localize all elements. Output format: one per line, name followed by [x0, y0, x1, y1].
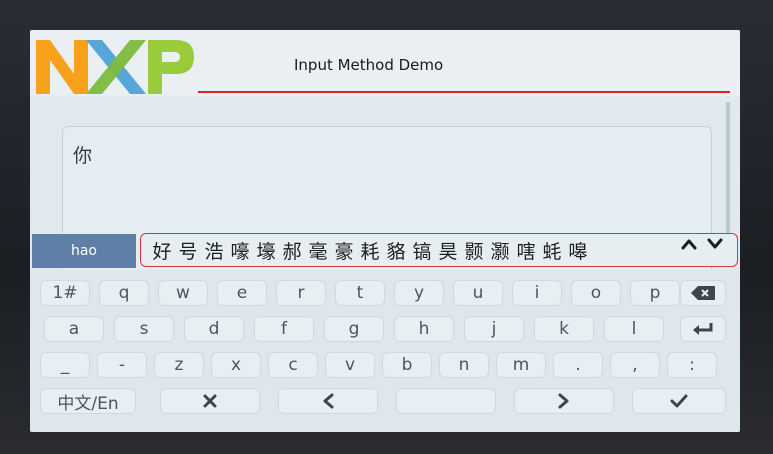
key-:[interactable]: : — [667, 352, 717, 378]
candidate-4[interactable]: 壕 — [253, 237, 279, 264]
key-n[interactable]: n — [439, 352, 489, 378]
candidate-12[interactable]: 颢 — [461, 237, 487, 264]
candidate-11[interactable]: 昊 — [435, 237, 461, 264]
backspace-icon — [690, 285, 716, 301]
key-p[interactable]: p — [630, 280, 680, 306]
key-v[interactable]: v — [325, 352, 375, 378]
key-i[interactable]: i — [512, 280, 562, 306]
key-t[interactable]: t — [335, 280, 385, 306]
key-1#[interactable]: 1# — [40, 280, 90, 306]
key-c[interactable]: c — [268, 352, 318, 378]
key-y[interactable]: y — [394, 280, 444, 306]
key-r[interactable]: r — [276, 280, 326, 306]
text-input-value: 你 — [73, 145, 93, 167]
candidate-5[interactable]: 郝 — [279, 237, 305, 264]
key-.[interactable]: . — [553, 352, 603, 378]
key-k[interactable]: k — [534, 316, 594, 342]
backspace-key[interactable] — [680, 280, 726, 306]
candidate-bar: 好号浩嚎壕郝毫豪耗貉镐昊颢灏嗐蚝嗥 — [140, 233, 738, 267]
cursor-right-key[interactable] — [514, 388, 614, 414]
lang-switch-key[interactable]: 中文/En — [40, 388, 136, 414]
key-q[interactable]: q — [99, 280, 149, 306]
chevron-up-icon[interactable] — [681, 238, 697, 250]
candidate-14[interactable]: 嗐 — [513, 237, 539, 264]
close-icon — [203, 394, 217, 408]
enter-key[interactable] — [680, 316, 726, 342]
key-j[interactable]: j — [464, 316, 524, 342]
confirm-key[interactable] — [632, 388, 726, 414]
candidate-9[interactable]: 貉 — [383, 237, 409, 264]
page-title: Input Method Demo — [294, 56, 444, 74]
key-s[interactable]: s — [114, 316, 174, 342]
key-b[interactable]: b — [382, 352, 432, 378]
key-u[interactable]: u — [453, 280, 503, 306]
candidate-16[interactable]: 嗥 — [565, 237, 591, 264]
enter-icon — [691, 321, 715, 337]
key-o[interactable]: o — [571, 280, 621, 306]
chevron-left-icon — [322, 393, 334, 409]
cursor-left-key[interactable] — [278, 388, 378, 414]
check-icon — [670, 394, 688, 408]
candidate-2[interactable]: 浩 — [201, 237, 227, 264]
space-key[interactable] — [396, 388, 496, 414]
key-z[interactable]: z — [154, 352, 204, 378]
key-w[interactable]: w — [158, 280, 208, 306]
key-,[interactable]: , — [610, 352, 660, 378]
key-m[interactable]: m — [496, 352, 546, 378]
key-h[interactable]: h — [394, 316, 454, 342]
candidate-8[interactable]: 耗 — [357, 237, 383, 264]
scrollbar[interactable] — [726, 102, 730, 252]
pinyin-preedit: hao — [32, 234, 136, 268]
lang-switch-label: 中文/En — [57, 393, 119, 414]
candidate-0[interactable]: 好 — [149, 237, 175, 264]
candidate-6[interactable]: 毫 — [305, 237, 331, 264]
chevron-right-icon — [558, 393, 570, 409]
key--[interactable]: - — [97, 352, 147, 378]
chevron-down-icon[interactable] — [707, 238, 723, 250]
title-underline — [198, 91, 730, 93]
candidate-7[interactable]: 豪 — [331, 237, 357, 264]
candidate-15[interactable]: 蚝 — [539, 237, 565, 264]
key-d[interactable]: d — [184, 316, 244, 342]
display-screen: Input Method Demo 你 hao 好号浩嚎壕郝毫豪耗貉镐昊颢灏嗐蚝… — [30, 30, 740, 432]
key-l[interactable]: l — [604, 316, 664, 342]
key-x[interactable]: x — [211, 352, 261, 378]
candidate-10[interactable]: 镐 — [409, 237, 435, 264]
key-e[interactable]: e — [217, 280, 267, 306]
header: Input Method Demo — [30, 30, 740, 96]
close-keyboard-key[interactable] — [160, 388, 260, 414]
nxp-logo — [36, 40, 194, 94]
keyboard: 中文/En 1# q w e r t y u i o p a s d f g h j k l _ - z x c v b n m.,: — [30, 270, 740, 432]
candidate-1[interactable]: 号 — [175, 237, 201, 264]
key-f[interactable]: f — [254, 316, 314, 342]
candidate-3[interactable]: 嚎 — [227, 237, 253, 264]
key-g[interactable]: g — [324, 316, 384, 342]
candidate-13[interactable]: 灏 — [487, 237, 513, 264]
key-a[interactable]: a — [44, 316, 104, 342]
key-_[interactable]: _ — [40, 352, 90, 378]
